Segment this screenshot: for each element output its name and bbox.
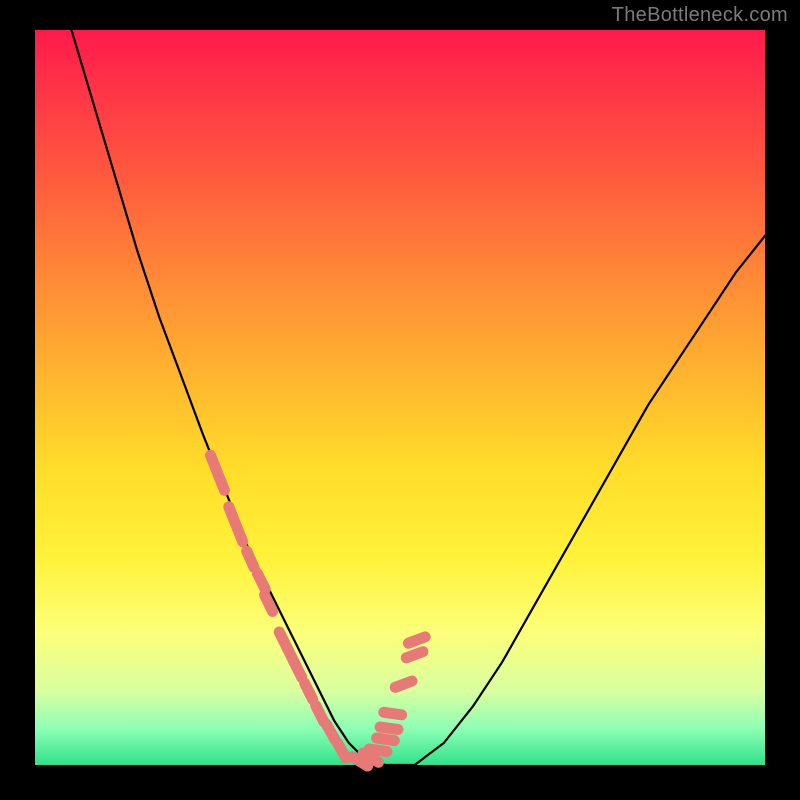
marker-capsule xyxy=(294,661,302,677)
marker-capsule xyxy=(218,474,225,491)
marker-capsule xyxy=(408,637,425,643)
chart-frame: TheBottleneck.com xyxy=(0,0,800,800)
highlight-markers xyxy=(211,455,426,766)
marker-capsule xyxy=(384,712,402,715)
marker-capsule xyxy=(337,743,346,759)
marker-capsule xyxy=(326,724,335,740)
marker-capsule xyxy=(369,749,387,752)
marker-capsule xyxy=(406,652,423,658)
marker-capsule xyxy=(236,525,243,542)
watermark-text: TheBottleneck.com xyxy=(612,4,788,27)
marker-capsule xyxy=(247,551,254,567)
chart-overlay xyxy=(35,30,765,765)
marker-capsule xyxy=(257,573,265,589)
marker-capsule xyxy=(316,706,324,722)
marker-capsule xyxy=(395,681,412,687)
marker-capsule xyxy=(377,738,395,741)
marker-capsule xyxy=(265,595,273,611)
marker-capsule xyxy=(305,683,313,699)
marker-capsule xyxy=(380,727,398,730)
